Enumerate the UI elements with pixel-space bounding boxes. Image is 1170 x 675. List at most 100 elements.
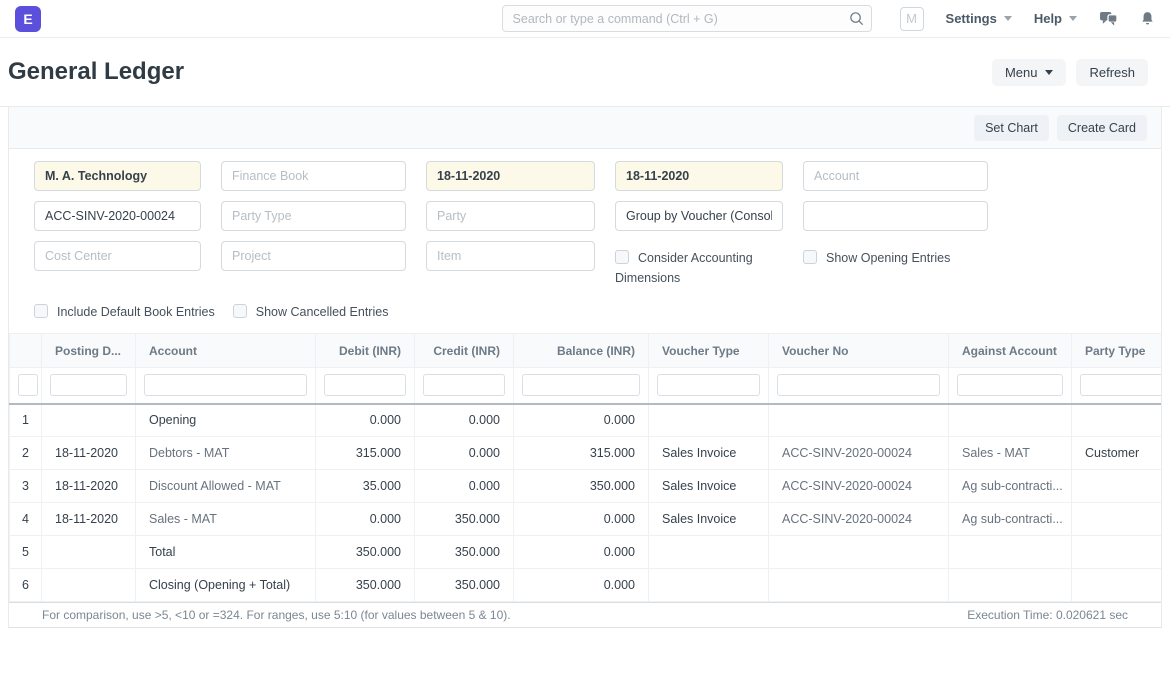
ledger-table: Posting D... Account Debit (INR) Credit … xyxy=(9,333,1161,602)
column-header-balance[interactable]: Balance (INR) xyxy=(514,334,649,368)
include-default-book-entries-label: Include Default Book Entries xyxy=(57,305,215,319)
include-default-book-entries-checkbox[interactable] xyxy=(34,304,48,318)
column-filter-input[interactable] xyxy=(18,374,38,396)
column-header-account[interactable]: Account xyxy=(136,334,316,368)
table-cell: Sales - MAT xyxy=(949,437,1072,470)
row-index-cell: 5 xyxy=(10,536,42,569)
to-date-filter[interactable] xyxy=(615,161,783,191)
extra-filter[interactable] xyxy=(803,201,988,231)
table-cell: Sales Invoice xyxy=(649,470,769,503)
row-index-cell: 3 xyxy=(10,470,42,503)
column-filter-input[interactable] xyxy=(657,374,760,396)
report-card: Set Chart Create Card Consider Accountin… xyxy=(8,107,1162,628)
consider-accounting-dimensions-label: Consider Accounting Dimensions xyxy=(615,251,753,285)
chevron-down-icon xyxy=(1069,16,1077,21)
column-header-party-type[interactable]: Party Type xyxy=(1072,334,1162,368)
table-row[interactable]: 318-11-2020Discount Allowed - MAT35.0000… xyxy=(10,470,1162,503)
table-cell: 0.000 xyxy=(514,404,649,437)
table-cell xyxy=(1072,404,1162,437)
filter-area: Consider Accounting Dimensions Show Open… xyxy=(9,149,1161,288)
app-logo[interactable]: E xyxy=(15,6,41,32)
column-header-credit[interactable]: Credit (INR) xyxy=(415,334,514,368)
table-cell: Debtors - MAT xyxy=(136,437,316,470)
column-filter-input[interactable] xyxy=(522,374,640,396)
refresh-button[interactable]: Refresh xyxy=(1076,59,1148,86)
ledger-table-body: 1Opening0.0000.0000.000218-11-2020Debtor… xyxy=(10,404,1162,602)
table-cell: 35.000 xyxy=(316,470,415,503)
cost-center-filter[interactable] xyxy=(34,241,201,271)
table-cell: Closing (Opening + Total) xyxy=(136,569,316,602)
column-header-voucher-type[interactable]: Voucher Type xyxy=(649,334,769,368)
project-filter[interactable] xyxy=(221,241,406,271)
column-header-against-account[interactable]: Against Account xyxy=(949,334,1072,368)
column-filter-input[interactable] xyxy=(957,374,1063,396)
company-filter[interactable] xyxy=(34,161,201,191)
table-cell: 350.000 xyxy=(415,569,514,602)
extra-filter-checkboxes: Include Default Book Entries Show Cancel… xyxy=(34,304,1161,333)
notification-bell-icon[interactable] xyxy=(1140,11,1155,27)
table-row[interactable]: 418-11-2020Sales - MAT0.000350.0000.000S… xyxy=(10,503,1162,536)
table-cell: 0.000 xyxy=(415,404,514,437)
show-opening-entries-checkbox[interactable] xyxy=(803,250,817,264)
column-filter-input[interactable] xyxy=(324,374,406,396)
show-cancelled-entries-checkbox[interactable] xyxy=(233,304,247,318)
consider-accounting-dimensions-checkbox[interactable] xyxy=(615,250,629,264)
account-filter[interactable] xyxy=(803,161,988,191)
party-filter[interactable] xyxy=(426,201,595,231)
table-cell: 0.000 xyxy=(415,437,514,470)
table-cell xyxy=(769,536,949,569)
create-card-button[interactable]: Create Card xyxy=(1057,115,1147,141)
column-header-voucher-no[interactable]: Voucher No xyxy=(769,334,949,368)
table-cell xyxy=(42,404,136,437)
help-menu[interactable]: Help xyxy=(1034,11,1077,26)
table-cell xyxy=(42,569,136,602)
user-avatar[interactable]: M xyxy=(900,7,924,31)
set-chart-button[interactable]: Set Chart xyxy=(974,115,1049,141)
column-filter-input[interactable] xyxy=(423,374,505,396)
filter-hint-text: For comparison, use >5, <10 or =324. For… xyxy=(42,608,511,622)
search-input[interactable] xyxy=(502,5,872,32)
ledger-table-wrap: Posting D... Account Debit (INR) Credit … xyxy=(9,333,1161,602)
navbar: E M Settings Help xyxy=(0,0,1170,38)
column-header-debit[interactable]: Debit (INR) xyxy=(316,334,415,368)
table-cell xyxy=(42,536,136,569)
table-cell xyxy=(949,536,1072,569)
table-cell: 0.000 xyxy=(514,536,649,569)
table-cell: 315.000 xyxy=(514,437,649,470)
finance-book-filter[interactable] xyxy=(221,161,406,191)
report-footer: For comparison, use >5, <10 or =324. For… xyxy=(9,602,1161,627)
table-row[interactable]: 6Closing (Opening + Total)350.000350.000… xyxy=(10,569,1162,602)
voucher-no-filter[interactable] xyxy=(34,201,201,231)
show-cancelled-entries-label: Show Cancelled Entries xyxy=(256,305,389,319)
item-filter[interactable] xyxy=(426,241,595,271)
table-cell: 0.000 xyxy=(415,470,514,503)
global-search xyxy=(502,5,872,32)
table-cell xyxy=(1072,470,1162,503)
table-filter-row xyxy=(10,368,1162,404)
settings-menu[interactable]: Settings xyxy=(946,11,1012,26)
group-by-select[interactable] xyxy=(615,201,783,231)
table-row[interactable]: 5Total350.000350.0000.000 xyxy=(10,536,1162,569)
table-cell xyxy=(769,404,949,437)
column-filter-input[interactable] xyxy=(50,374,127,396)
table-row[interactable]: 218-11-2020Debtors - MAT315.0000.000315.… xyxy=(10,437,1162,470)
table-cell xyxy=(1072,569,1162,602)
page-actions: Menu Refresh xyxy=(992,59,1148,86)
column-filter-input[interactable] xyxy=(1080,374,1161,396)
table-row[interactable]: 1Opening0.0000.0000.000 xyxy=(10,404,1162,437)
chevron-down-icon xyxy=(1004,16,1012,21)
party-type-filter[interactable] xyxy=(221,201,406,231)
menu-button[interactable]: Menu xyxy=(992,59,1067,86)
table-cell: ACC-SINV-2020-00024 xyxy=(769,437,949,470)
row-index-cell: 4 xyxy=(10,503,42,536)
column-filter-input[interactable] xyxy=(777,374,940,396)
table-cell xyxy=(649,536,769,569)
from-date-filter[interactable] xyxy=(426,161,595,191)
chat-icon[interactable] xyxy=(1099,11,1118,27)
table-cell: 18-11-2020 xyxy=(42,437,136,470)
table-cell: 350.000 xyxy=(415,503,514,536)
row-index-cell: 1 xyxy=(10,404,42,437)
column-header-posting-date[interactable]: Posting D... xyxy=(42,334,136,368)
column-filter-input[interactable] xyxy=(144,374,307,396)
search-icon xyxy=(849,11,864,31)
